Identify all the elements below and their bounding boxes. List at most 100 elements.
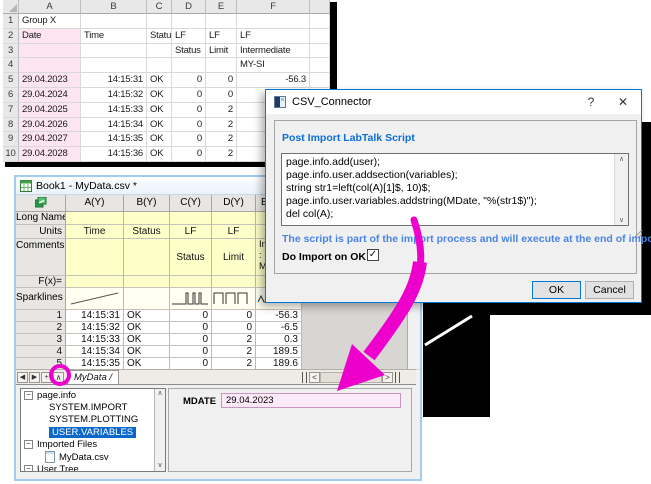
excel-cell-A[interactable]: Date [19,29,81,44]
excel-cell-B[interactable]: 14:15:36 [81,147,147,162]
excel-cell-C[interactable] [147,58,172,73]
long-name-A[interactable] [66,212,124,225]
scroll-up-icon[interactable]: ∧ [615,155,628,163]
scroll-down-icon[interactable]: ∨ [155,461,165,471]
wb-cell-D[interactable]: 0 [212,310,256,322]
units-C[interactable]: LF [170,225,212,239]
wb-cell-B[interactable]: OK [124,346,170,358]
excel-row-number[interactable]: 5 [3,73,19,88]
excel-cell-F[interactable]: -56.3 [237,73,310,88]
excel-cell-D[interactable] [172,14,206,29]
excel-cell-A[interactable] [19,44,81,59]
excel-cell-G[interactable] [310,44,330,59]
excel-cell-D[interactable]: 0 [172,88,206,103]
comments-B[interactable] [124,239,170,276]
wb-cell-B[interactable]: OK [124,334,170,346]
fx-C[interactable] [170,276,212,288]
excel-cell-D[interactable]: 0 [172,118,206,133]
dialog-close-button[interactable]: ✕ [607,90,639,114]
excel-col-header-B[interactable]: B [81,0,147,14]
excel-cell-B[interactable]: Time [81,29,147,44]
excel-cell-C[interactable]: OK [147,118,172,133]
excel-cell-F[interactable]: Intermediate [237,44,310,59]
wb-cell-A[interactable]: 14:15:34 [66,346,124,358]
wb-cell-E[interactable]: -56.3 [256,310,302,322]
excel-row-number[interactable]: 6 [3,88,19,103]
comments-C[interactable]: Status [170,239,212,276]
excel-cell-C[interactable]: OK [147,73,172,88]
excel-cell-C[interactable]: Status [147,29,172,44]
excel-row-number[interactable]: 1 [3,14,19,29]
wb-cell-E[interactable]: -6.5 [256,322,302,334]
excel-cell-E[interactable]: Limit [206,44,237,59]
excel-cell-A[interactable]: 29.04.2025 [19,103,81,118]
fx-D[interactable] [212,276,256,288]
excel-cell-C[interactable]: OK [147,132,172,147]
excel-cell-C[interactable] [147,44,172,59]
wb-cell-B[interactable]: OK [124,310,170,322]
scroll-up-icon[interactable]: ∧ [155,389,165,399]
hscroll-left-icon[interactable]: < [309,372,320,383]
long-name-D[interactable] [212,212,256,225]
collapse-icon[interactable]: − [24,440,33,449]
wb-cell-C[interactable]: 0 [170,346,212,358]
collapse-icon[interactable]: − [24,465,33,472]
col-header-BY[interactable]: B(Y) [124,195,170,212]
excel-cell-E[interactable]: 2 [206,103,237,118]
excel-cell-E[interactable]: 2 [206,132,237,147]
sheet-tab-mydata[interactable]: MyData / [67,370,119,385]
excel-cell-C[interactable]: OK [147,88,172,103]
excel-cell-D[interactable]: LF [172,29,206,44]
units-D[interactable]: LF [212,225,256,239]
add-sheet-button[interactable]: + [41,372,52,383]
excel-row-number[interactable]: 4 [3,58,19,73]
tab-nav-forward-icon[interactable]: ▶ [29,372,40,383]
excel-cell-D[interactable]: Status [172,44,206,59]
comments-label[interactable]: Comments [16,239,66,276]
excel-cell-A[interactable]: 29.04.2024 [19,88,81,103]
excel-cell-B[interactable]: 14:15:33 [81,103,147,118]
col-header-AY[interactable]: A(Y) [66,195,124,212]
excel-cell-E[interactable] [206,58,237,73]
tree-item-user-variables[interactable]: USER.VARIABLES [21,426,165,438]
textbox-scrollbar[interactable]: ∧ ∨ [614,154,628,225]
long-name-label[interactable]: Long Name [16,212,66,225]
wb-row-number[interactable]: 3 [16,334,66,346]
excel-row-number[interactable]: 2 [3,29,19,44]
workbook-corner-cell[interactable] [16,195,66,212]
excel-cell-A[interactable] [19,58,81,73]
excel-cell-B[interactable]: 14:15:32 [81,88,147,103]
excel-col-header-A[interactable]: A [19,0,81,14]
tree-scrollbar[interactable]: ∧ ∨ [154,389,165,471]
excel-cell-D[interactable]: 0 [172,147,206,162]
col-header-DY[interactable]: D(Y) [212,195,256,212]
excel-cell-B[interactable] [81,58,147,73]
excel-col-header-G-sliver[interactable] [310,0,330,14]
excel-select-all-corner[interactable] [3,0,19,14]
wb-cell-A[interactable]: 14:15:31 [66,310,124,322]
excel-row-number[interactable]: 8 [3,118,19,133]
comments-D[interactable]: Limit [212,239,256,276]
excel-cell-A[interactable]: 29.04.2027 [19,132,81,147]
excel-cell-B[interactable]: 14:15:35 [81,132,147,147]
excel-col-header-E[interactable]: E [206,0,237,14]
excel-cell-C[interactable]: OK [147,103,172,118]
ok-button[interactable]: OK [532,281,581,299]
excel-cell-D[interactable]: 0 [172,73,206,88]
wb-cell-E[interactable]: 189.5 [256,346,302,358]
excel-cell-C[interactable] [147,14,172,29]
excel-col-header-C[interactable]: C [147,0,172,14]
excel-cell-C[interactable]: OK [147,147,172,162]
wb-cell-E[interactable]: 0.3 [256,334,302,346]
sparkline-A[interactable] [66,288,124,310]
tree-item-system-plotting[interactable]: SYSTEM.PLOTTING [21,414,165,426]
collapse-icon[interactable]: − [24,391,33,400]
wb-cell-D[interactable]: 2 [212,346,256,358]
sparkline-C[interactable] [170,288,212,310]
excel-row-number[interactable]: 7 [3,103,19,118]
wb-cell-C[interactable]: 0 [170,322,212,334]
dialog-help-button[interactable]: ? [575,90,607,114]
tree-item-pageinfo[interactable]: − page.info [21,389,165,401]
wb-cell-A[interactable]: 14:15:32 [66,322,124,334]
wb-cell-D[interactable]: 2 [212,334,256,346]
